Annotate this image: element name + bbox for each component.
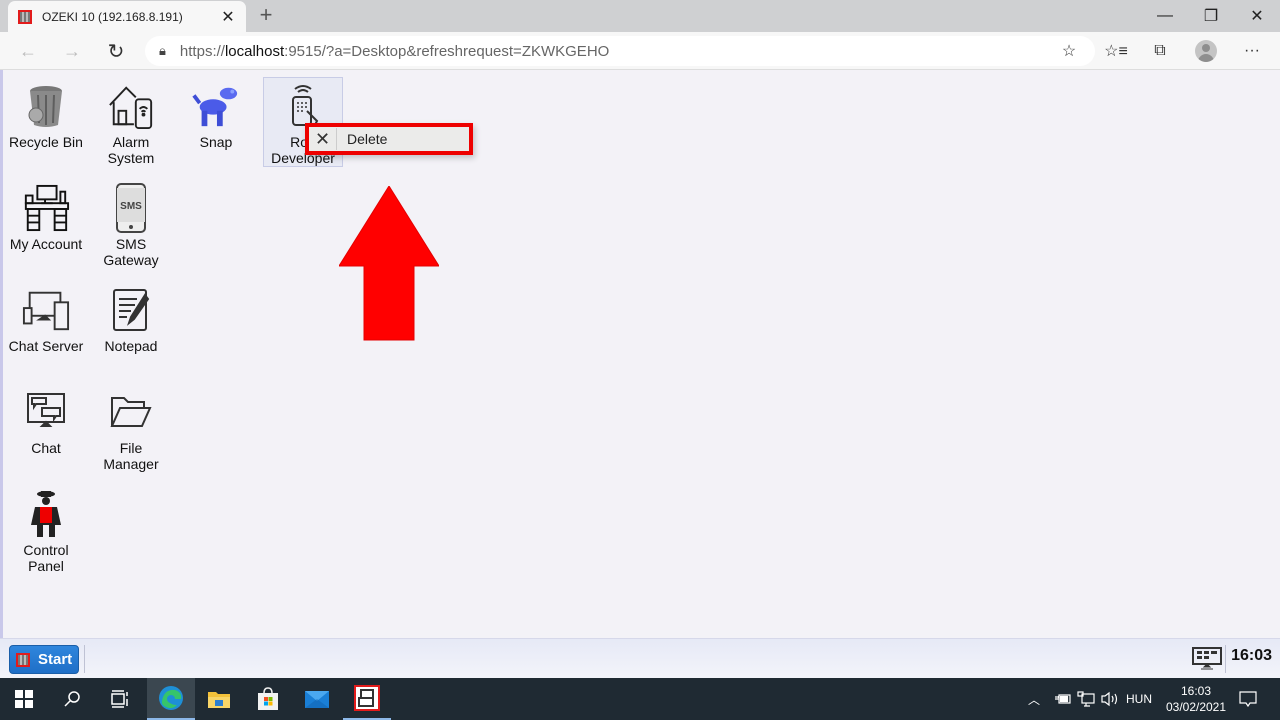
back-icon[interactable]: ←	[14, 38, 42, 64]
desktop-icon-chat[interactable]: Chat	[6, 386, 86, 456]
restore-button[interactable]: ❐	[1188, 0, 1234, 32]
icon-label: Panel	[28, 558, 64, 574]
desktop-icon-sms-gateway[interactable]: SMS SMS Gateway	[91, 182, 171, 268]
file-manager-icon	[107, 386, 155, 438]
icon-label: Chat Server	[8, 338, 84, 354]
url-prefix: https://	[179, 42, 225, 60]
icon-label: Recycle Bin	[9, 134, 83, 150]
task-view-icon[interactable]	[96, 678, 144, 720]
context-menu-delete[interactable]: Delete	[337, 131, 387, 147]
icon-label: My Account	[9, 236, 83, 252]
ozeki-desktop: Recycle Bin Alarm System Snap Rob Develo…	[0, 70, 1280, 638]
battery-icon[interactable]	[1054, 678, 1072, 720]
tab-close-icon[interactable]: ✕	[220, 7, 236, 27]
recycle-bin-icon	[22, 80, 70, 132]
icon-label: Snap	[199, 134, 233, 150]
taskbar-divider	[84, 645, 85, 673]
browser-tab-strip: OZEKI 10 (192.168.8.191) ✕ + — ❐ ✕	[0, 0, 1280, 32]
more-icon[interactable]: ···	[1238, 38, 1266, 64]
tab-title: OZEKI 10 (192.168.8.191)	[42, 9, 183, 24]
add-favorite-icon[interactable]: ☆	[1055, 38, 1083, 64]
notifications-icon[interactable]	[1238, 678, 1258, 720]
lock-icon[interactable]: 🔒︎	[159, 43, 166, 59]
reload-icon[interactable]: ↻	[102, 38, 130, 64]
desktop-icon-snap[interactable]: Snap	[176, 80, 256, 150]
chat-server-icon	[22, 284, 70, 336]
my-account-desk-icon	[22, 182, 70, 234]
icon-label: SMS	[115, 236, 147, 252]
ozeki-favicon	[18, 9, 32, 24]
close-x-icon: ✕	[309, 128, 337, 150]
language-indicator[interactable]: HUN	[1126, 678, 1152, 720]
favorites-icon[interactable]: ☆≡	[1102, 38, 1130, 64]
taskbar-divider	[1225, 645, 1226, 673]
collections-icon[interactable]: ⧉	[1146, 38, 1174, 64]
minimize-button[interactable]: —	[1142, 0, 1188, 32]
address-bar[interactable]: 🔒︎ https://localhost:9515/?a=Desktop&ref…	[145, 36, 1095, 66]
icon-label: File	[119, 440, 143, 456]
context-menu: ✕ Delete	[305, 123, 473, 155]
ozeki-icon[interactable]	[343, 678, 391, 720]
ozeki-taskbar: Start 16:03	[0, 638, 1280, 678]
profile-icon[interactable]	[1192, 38, 1220, 64]
icon-label: System	[107, 150, 155, 166]
system-clock[interactable]: 16:03 03/02/2021	[1160, 683, 1232, 715]
desktop-icon-recycle-bin[interactable]: Recycle Bin	[6, 80, 86, 150]
new-tab-button[interactable]: +	[256, 4, 276, 26]
clock-time: 16:03	[1180, 684, 1212, 698]
browser-tab[interactable]: OZEKI 10 (192.168.8.191) ✕	[8, 1, 246, 32]
control-panel-icon	[22, 488, 70, 540]
sms-gateway-icon: SMS	[107, 182, 155, 234]
url-host: localhost	[224, 42, 285, 60]
network-icon[interactable]	[1077, 678, 1095, 720]
icon-label: Control	[23, 542, 69, 558]
svg-text:SMS: SMS	[120, 201, 142, 212]
icon-label: Alarm	[112, 134, 150, 150]
clock-date: 03/02/2021	[1165, 700, 1227, 714]
store-icon[interactable]	[244, 678, 292, 720]
windows-start-icon[interactable]	[0, 678, 48, 720]
ozeki-clock: 16:03	[1231, 647, 1272, 664]
icon-label: Manager	[103, 456, 159, 472]
file-explorer-icon[interactable]	[195, 678, 243, 720]
desktop-icon-file-manager[interactable]: File Manager	[91, 386, 171, 472]
desktop-icon-chat-server[interactable]: Chat Server	[6, 284, 86, 354]
forward-icon[interactable]: →	[58, 38, 86, 64]
start-label: Start	[38, 651, 73, 668]
search-icon[interactable]	[48, 678, 96, 720]
ozeki-start-icon	[16, 652, 30, 667]
desktop-icon-notepad[interactable]: Notepad	[91, 284, 171, 354]
desktop-icon-alarm-system[interactable]: Alarm System	[91, 80, 171, 166]
icon-label: Chat	[31, 440, 61, 456]
notepad-icon	[107, 284, 155, 336]
icon-label: Notepad	[104, 338, 158, 354]
red-arrow-annotation	[339, 186, 439, 341]
desktop-icon-control-panel[interactable]: Control Panel	[6, 488, 86, 574]
browser-toolbar: ← → ↻ 🔒︎ https://localhost:9515/?a=Deskt…	[0, 32, 1280, 70]
edge-icon[interactable]	[147, 678, 195, 720]
chat-icon	[22, 386, 70, 438]
url-rest: :9515/?a=Desktop&refreshrequest=ZKWKGEHO	[284, 42, 610, 60]
alarm-system-icon	[107, 80, 155, 132]
mail-icon[interactable]	[293, 678, 341, 720]
tray-chevron-icon[interactable]: ︿	[1028, 678, 1040, 720]
snap-robot-dog-icon	[192, 80, 240, 132]
monitor-icon[interactable]	[1192, 647, 1222, 671]
close-window-button[interactable]: ✕	[1234, 0, 1280, 32]
icon-label: Gateway	[103, 252, 159, 268]
desktop-icon-my-account[interactable]: My Account	[6, 182, 86, 252]
windows-taskbar: ︿ HUN 16:03 03/02/2021	[0, 678, 1280, 720]
volume-icon[interactable]	[1100, 678, 1120, 720]
start-button[interactable]: Start	[9, 645, 79, 674]
avatar	[1195, 40, 1217, 62]
